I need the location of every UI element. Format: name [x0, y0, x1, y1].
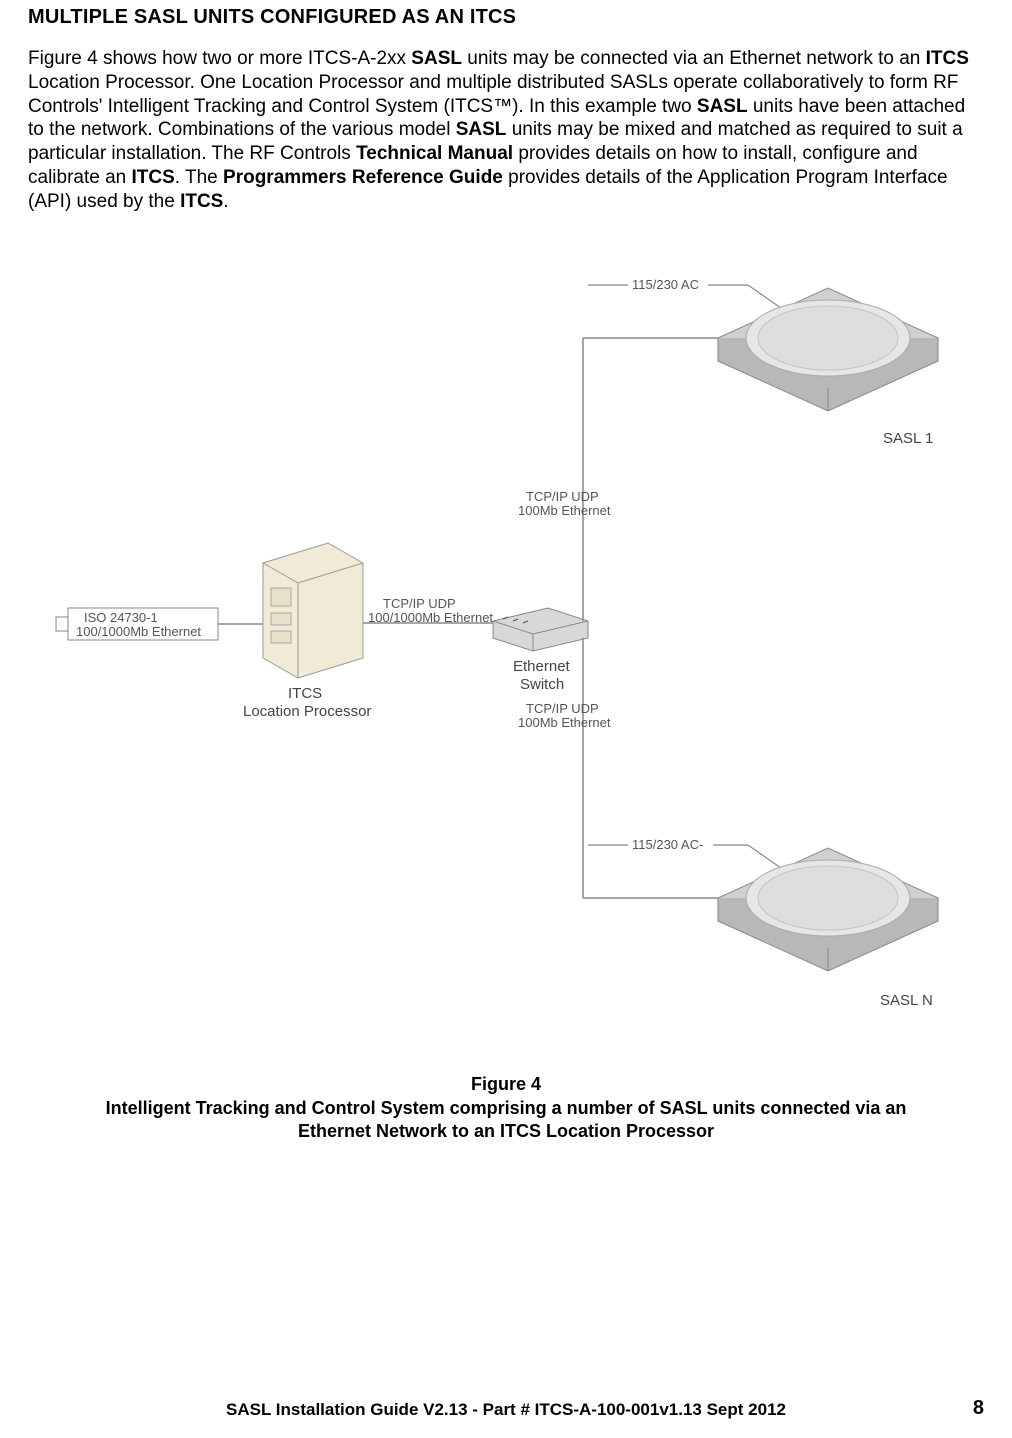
sasl-n-label: SASL N	[880, 992, 933, 1009]
server-icon	[263, 543, 363, 678]
caption-line1: Figure 4	[28, 1073, 984, 1096]
tcp-bot-l2: 100Mb Ethernet	[518, 715, 611, 730]
tcp-lp-label-l2: 100/1000Mb Ethernet	[368, 610, 493, 625]
text-bold: SASL	[411, 48, 462, 69]
ac-bot-label: 115/230 AC-	[632, 837, 703, 852]
text: units may be connected via an Ethernet n…	[462, 48, 926, 69]
tcp-lp-label-l1: TCP/IP UDP	[383, 596, 456, 611]
ethernet-switch-icon	[493, 608, 588, 651]
text-bold: Programmers Reference Guide	[223, 167, 503, 188]
network-diagram: ISO 24730-1 100/1000Mb Ethernet ITCS Loc…	[28, 243, 984, 1033]
text-bold: SASL	[697, 96, 748, 117]
caption-line2: Intelligent Tracking and Control System …	[28, 1097, 984, 1120]
section-heading: MULTIPLE SASL UNITS CONFIGURED AS AN ITC…	[28, 6, 984, 29]
figure-caption: Figure 4 Intelligent Tracking and Contro…	[28, 1073, 984, 1143]
text-bold: ITCS	[180, 191, 223, 212]
body-paragraph: Figure 4 shows how two or more ITCS-A-2x…	[28, 47, 984, 213]
page-number: 8	[973, 1397, 984, 1420]
itcs-lp-label-l1: ITCS	[288, 685, 322, 702]
text-bold: Technical Manual	[356, 143, 513, 164]
text-bold: ITCS	[926, 48, 969, 69]
text: . The	[175, 167, 223, 188]
text-bold: SASL	[456, 119, 507, 140]
tcp-bot-l1: TCP/IP UDP	[526, 701, 599, 716]
iso-label-line1: ISO 24730-1	[84, 610, 158, 625]
itcs-lp-label-l2: Location Processor	[243, 703, 371, 720]
ethernet-switch-label-l1: Ethernet	[513, 658, 571, 675]
text-bold: ITCS	[132, 167, 175, 188]
tcp-top-l1: TCP/IP UDP	[526, 489, 599, 504]
tcp-top-l2: 100Mb Ethernet	[518, 503, 611, 518]
sasl-1-icon	[718, 288, 938, 411]
page-footer: SASL Installation Guide V2.13 - Part # I…	[0, 1400, 1012, 1420]
iso-label-line2: 100/1000Mb Ethernet	[76, 624, 201, 639]
text: .	[223, 191, 228, 212]
text: Figure 4 shows how two or more ITCS-A-2x…	[28, 48, 411, 69]
caption-line3: Ethernet Network to an ITCS Location Pro…	[28, 1120, 984, 1143]
sasl-1-label: SASL 1	[883, 430, 933, 447]
sasl-n-icon	[718, 848, 938, 971]
ethernet-switch-label-l2: Switch	[520, 676, 564, 693]
footer-text: SASL Installation Guide V2.13 - Part # I…	[28, 1400, 984, 1420]
ac-top-label: 115/230 AC	[632, 277, 699, 292]
